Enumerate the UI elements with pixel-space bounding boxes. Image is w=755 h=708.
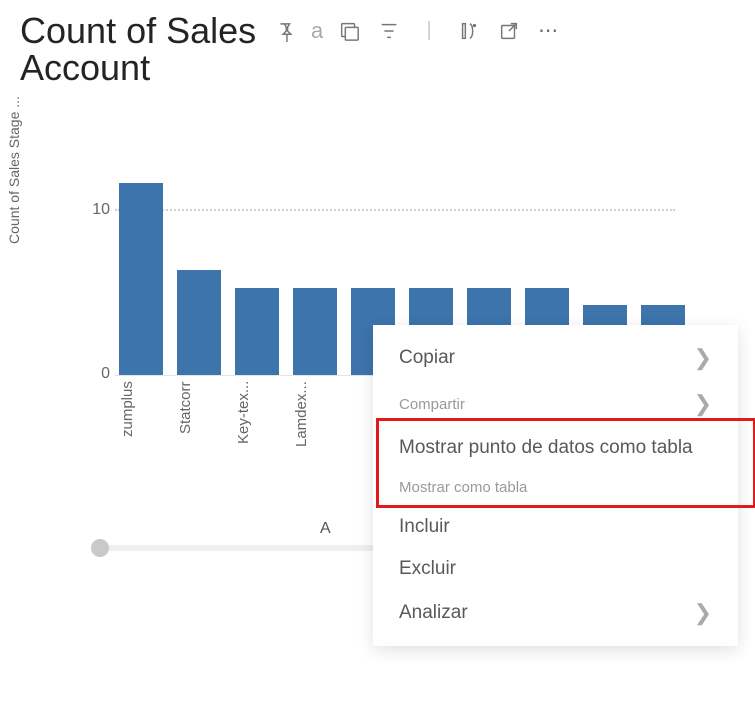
y-tick-0: 0 [80,365,110,383]
ctx-share[interactable]: Compartir ❯ [373,381,738,427]
ctx-exclude[interactable]: Excluir [373,548,738,590]
page-title-line2: Account [0,47,755,89]
ctx-analyze[interactable]: Analizar ❯ [373,590,738,636]
ctx-include-label: Incluir [399,516,450,538]
chevron-right-icon: ❯ [694,391,712,417]
truncated-title-hint: a [306,20,328,42]
x-tick-label: Key-tex... [235,381,279,481]
x-axis-label: A [320,520,331,538]
visual-header-toolbar: a | ⋯ [274,20,560,42]
y-axis-label: Count of Sales Stage ... [6,70,22,270]
page-title-line1: Count of Sales [20,10,256,51]
more-options-icon[interactable]: ⋯ [538,20,560,42]
ctx-share-label: Compartir [399,396,465,413]
ctx-show-point-label: Mostrar punto de datos como tabla [399,437,693,459]
bar[interactable] [293,288,337,376]
ctx-analyze-label: Analizar [399,602,468,624]
focus-mode-icon[interactable] [338,20,360,42]
x-tick-label: Lamdex... [293,381,337,481]
bar[interactable] [177,270,221,375]
ctx-exclude-label: Excluir [399,558,456,580]
ctx-show-point-table[interactable]: Mostrar punto de datos como tabla [373,427,738,469]
y-tick-10: 10 [80,201,110,219]
chevron-right-icon: ❯ [694,600,712,626]
bar[interactable] [235,288,279,376]
context-menu: Copiar ❯ Compartir ❯ Mostrar punto de da… [373,325,738,646]
spotlight-icon[interactable] [458,20,480,42]
filter-icon[interactable] [378,20,400,42]
x-tick-label: Statcorr [177,381,221,481]
ctx-copy[interactable]: Copiar ❯ [373,335,738,381]
scroll-thumb[interactable] [91,539,109,557]
pin-icon[interactable] [274,20,296,42]
ctx-show-table-label: Mostrar como tabla [399,479,527,496]
export-icon[interactable] [498,20,520,42]
chevron-right-icon: ❯ [694,345,712,371]
x-tick-label: zumplus [119,381,163,481]
ctx-copy-label: Copiar [399,347,455,369]
ctx-include[interactable]: Incluir [373,506,738,548]
toolbar-divider: | [418,20,440,42]
ctx-show-table[interactable]: Mostrar como tabla [373,469,738,506]
bar[interactable] [119,183,163,376]
